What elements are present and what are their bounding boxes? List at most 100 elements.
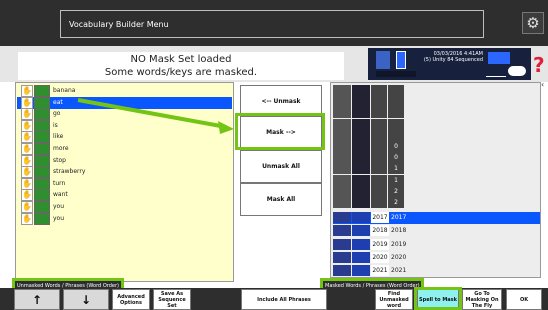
masked-word-row[interactable] <box>333 85 540 96</box>
vocab-grid-icon <box>376 51 390 69</box>
word-picture-icon <box>34 189 50 202</box>
unmasked-word-row[interactable]: ✋ you <box>17 212 232 225</box>
year-label: 2021 <box>391 267 407 274</box>
year-label: 2020 <box>391 253 407 261</box>
key-picture-icon <box>333 163 351 175</box>
keyboard-icon <box>508 66 526 76</box>
key-symbol-icon <box>352 163 370 175</box>
key-picture-icon <box>333 185 351 197</box>
key-code-cell <box>371 185 387 197</box>
unmasked-word-row[interactable]: ✋ is <box>17 119 232 132</box>
masked-year-row[interactable]: 2018 2018 <box>333 225 540 237</box>
key-code-cell <box>371 152 387 164</box>
go-to-masking-on-the-fly-button[interactable]: Go To Masking On The Fly <box>462 289 502 310</box>
key-symbol-icon <box>352 174 370 186</box>
masked-year-row[interactable]: 2019 2019 <box>333 238 540 251</box>
hand-icon: ✋ <box>21 131 33 144</box>
masked-word-row[interactable]: 2 <box>333 197 540 208</box>
calendar-icon <box>333 225 351 237</box>
key-count-cell <box>388 85 404 96</box>
year-symbol-icon <box>352 251 370 263</box>
unmasked-word-row[interactable]: ✋ turn <box>17 177 232 190</box>
device-vocab-name: (5) Unity 84 Sequenced <box>423 57 483 63</box>
masked-word-row[interactable] <box>333 96 540 108</box>
word-picture-icon <box>34 119 50 132</box>
unmasked-word-row[interactable]: ✋ go <box>17 108 232 121</box>
unmasked-word-row[interactable]: ✋ want <box>17 189 232 202</box>
key-code-cell <box>371 174 387 186</box>
year-label: 2019 <box>391 240 407 248</box>
key-count-cell: 2 <box>388 197 404 208</box>
key-symbol-icon <box>352 96 370 108</box>
key-picture-icon <box>333 129 351 141</box>
advanced-options-button[interactable]: Advanced Options <box>112 289 150 310</box>
hand-icon: ✋ <box>21 166 33 179</box>
unmasked-word-row[interactable]: ✋ you <box>17 201 232 213</box>
masked-word-row[interactable] <box>333 129 540 141</box>
key-picture-icon <box>333 174 351 186</box>
key-symbol-icon <box>352 85 370 96</box>
hand-icon: ✋ <box>21 177 33 190</box>
speaker-icon <box>488 52 510 64</box>
key-code-cell <box>371 129 387 141</box>
masked-word-row[interactable] <box>333 107 540 119</box>
mask-status-line2: Some words/keys are masked. <box>104 67 258 78</box>
unmasked-word-row[interactable]: ✋ more <box>17 143 232 155</box>
save-sequence-set-button[interactable]: Save As Sequence Set <box>153 289 191 310</box>
include-all-phrases-button[interactable]: Include All Phrases <box>241 289 327 310</box>
unmasked-word-row[interactable]: ✋ strawberry <box>17 166 232 179</box>
mask-status-message: NO Mask Set loaded Some words/keys are m… <box>18 52 344 80</box>
key-picture-icon <box>333 85 351 96</box>
find-unmasked-word-button[interactable]: Find Unmasked word <box>375 289 413 310</box>
mask-button-highlight <box>235 113 325 150</box>
word-label: stop <box>53 156 66 164</box>
masked-year-row[interactable]: 2020 2020 <box>333 251 540 264</box>
word-picture-icon <box>34 154 50 167</box>
scroll-up-button[interactable]: ↑ <box>14 289 60 310</box>
spell-to-mask-highlight <box>414 287 462 310</box>
help-icon[interactable]: ? <box>533 52 547 78</box>
unmasked-word-row[interactable]: ✋ banana <box>17 85 232 97</box>
year-code-cell: 2017 <box>371 212 389 224</box>
key-symbol-icon <box>352 197 370 208</box>
key-count-cell: 0 <box>388 152 404 164</box>
unmask-all-button[interactable]: Unmask All <box>240 150 322 183</box>
masked-year-row[interactable]: 2021 2021 <box>333 265 540 277</box>
scroll-up-icon[interactable]: ‹ <box>541 80 548 90</box>
key-code-cell <box>371 85 387 96</box>
word-picture-icon <box>34 131 50 144</box>
key-picture-icon <box>333 96 351 108</box>
word-picture-icon <box>34 177 50 190</box>
status-strip <box>376 71 416 77</box>
key-code-cell <box>371 118 387 130</box>
masked-word-row[interactable]: 0 <box>333 141 540 152</box>
word-label: go <box>53 110 61 118</box>
hand-icon: ✋ <box>21 154 33 167</box>
word-label: you <box>53 214 65 222</box>
mask-status-line1: NO Mask Set loaded <box>130 54 232 65</box>
key-code-cell <box>371 141 387 152</box>
masked-word-row[interactable] <box>333 118 540 130</box>
key-symbol-icon <box>352 152 370 164</box>
word-label: you <box>53 203 65 210</box>
masked-word-row[interactable]: 0 <box>333 152 540 164</box>
masked-word-row[interactable]: 1 <box>333 174 540 186</box>
gear-icon[interactable]: ⚙ <box>522 12 544 34</box>
unmasked-word-row[interactable]: ✋ like <box>17 131 232 144</box>
unmasked-word-row[interactable]: ✋ stop <box>17 154 232 167</box>
key-symbol-icon <box>352 141 370 152</box>
masked-year-row[interactable]: 2017 2017 <box>333 212 540 225</box>
word-label: like <box>53 133 64 141</box>
scroll-down-button[interactable]: ↓ <box>63 289 109 310</box>
key-symbol-icon <box>352 107 370 119</box>
ok-button[interactable]: OK <box>506 289 542 310</box>
key-picture-icon <box>333 141 351 152</box>
masked-word-row[interactable]: 1 <box>333 163 540 175</box>
unmasked-word-row[interactable]: ✋ eat <box>17 96 232 109</box>
year-symbol-icon <box>352 238 370 250</box>
masked-word-row[interactable]: 2 <box>333 185 540 197</box>
key-picture-icon <box>333 118 351 130</box>
mask-all-button[interactable]: Mask All <box>240 183 322 216</box>
word-picture-icon <box>34 201 50 213</box>
device-status-panel: 03/03/2016 4:41AM (5) Unity 84 Sequenced <box>368 48 531 80</box>
